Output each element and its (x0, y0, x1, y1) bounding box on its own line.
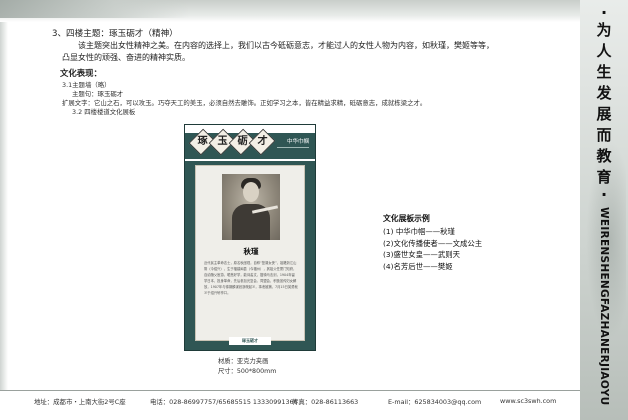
brand-underline (277, 147, 309, 148)
slogan-english: WEIRENSHENGFAZHANERJIAOYU (598, 207, 610, 406)
extended-text: 扩展文字：它山之石，可以攻玉。巧夺天工的美玉，必须自然去雕饰。正如学习之本，皆在… (62, 99, 427, 107)
section-paragraph-2: 凸显女性的顽强、奋进的精神实质。 (62, 53, 190, 62)
board-panel: 秋瑾 近代民主革命志士，原名秋闺瑾，自称“鉴湖女侠”，祖籍浙江山阴（今绍兴），生… (195, 165, 305, 341)
logo-char-tile: 才 (248, 128, 276, 156)
display-board: 琢 玉 砺 才 中华巾帼 秋瑾 近代民主革命志士，原名秋闺瑾，自称“鉴湖女侠”，… (184, 124, 316, 351)
logo-char: 玉 (217, 135, 228, 147)
slogan-char: 而 (596, 126, 612, 144)
slogan-char: 生 (596, 63, 612, 81)
footer-email: E-mail：625834003@qq.com (388, 398, 482, 406)
footer-phone: 电话：028-86997757/65685515 13330991366 (150, 398, 298, 406)
slogan-dot-bottom: · (600, 185, 608, 204)
board-header: 琢 玉 砺 才 中华巾帼 (185, 125, 315, 161)
person-biography: 近代民主革命志士，原名秋闺瑾，自称“鉴湖女侠”，祖籍浙江山阴（今绍兴），生于福建… (204, 261, 298, 295)
size-label: 尺寸：500*800mm (218, 368, 277, 375)
slogan-dot-top: · (600, 3, 608, 22)
example-item: (3)盛世女皇——武则天 (383, 250, 460, 259)
slogan-char: 发 (596, 84, 612, 102)
document-body: 3、四楼主题：琢玉砺才（精神） 该主题突出女性精神之美。在内容的选择上，我们以古… (0, 0, 580, 395)
footer-fax: 传真：028-86113663 (292, 398, 359, 406)
vertical-slogan: · 为 人 生 发 展 而 教 育 · WEIRENSHENGFAZHANERJ… (584, 3, 624, 409)
example-title: 文化展板示例 (383, 214, 430, 223)
theme-wall-item: 3.1主题墙（略） (62, 81, 111, 89)
board-brand-label: 中华巾帼 (286, 139, 309, 145)
example-item: (4)名芳后世——樊姬 (383, 261, 453, 271)
board-footer-label: 琢玉砺才 (229, 337, 271, 345)
corridor-board-heading: 3.2 四楼楼道文化展板 (72, 108, 136, 116)
slogan-char: 为 (596, 21, 612, 39)
slogan-char: 展 (596, 105, 612, 123)
section-paragraph-1: 该主题突出女性精神之美。在内容的选择上，我们以古今砥砺意志，才能过人的女性人物为… (78, 41, 494, 50)
section-heading: 3、四楼主题：琢玉砺才（精神） (52, 29, 178, 39)
culture-expression-heading: 文化表现： (60, 68, 102, 78)
portrait-face (243, 182, 259, 202)
slogan-char: 教 (596, 147, 612, 165)
board-title-logo: 琢 玉 砺 才 (188, 128, 276, 156)
page-footer: 地址：成都市・上南大街2号C座 电话：028-86997757/65685515… (0, 390, 580, 420)
person-name: 秋瑾 (243, 247, 259, 256)
logo-char: 砺 (237, 135, 248, 147)
logo-char: 才 (257, 135, 268, 147)
footer-address: 地址：成都市・上南大街2号C座 (34, 398, 126, 406)
slogan-char: 人 (596, 42, 612, 60)
board-example-list: 文化展板示例 (1) 中华巾帼——秋瑾 (2)文化传播使者——文成公主 (3)盛… (383, 213, 482, 272)
logo-char: 琢 (197, 135, 208, 147)
theme-sentence: 主题句：琢玉砺才 (72, 90, 124, 98)
material-label: 材质：亚克力夹画 (218, 358, 269, 365)
footer-website: www.sc3swh.com (500, 397, 557, 405)
example-item: (2)文化传播使者——文成公主 (383, 238, 483, 248)
example-item: (1) 中华巾帼——秋瑾 (383, 227, 455, 236)
portrait-image (222, 174, 280, 240)
